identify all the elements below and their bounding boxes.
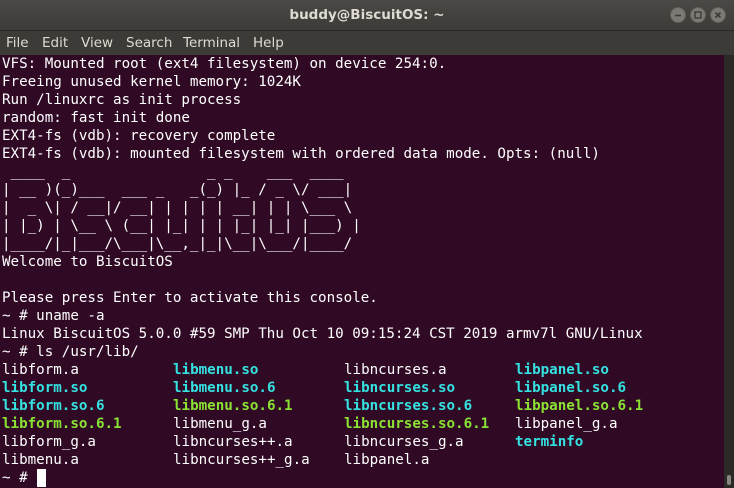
ls-entry: libform_g.a	[2, 434, 96, 450]
ls-entry: libncurses_g.a	[344, 434, 464, 450]
ls-entry: libmenu.a	[2, 452, 79, 468]
ls-entry: libncurses.so.6.1	[344, 416, 490, 432]
ls-entry: libpanel.a	[344, 452, 430, 468]
terminal-line: random: fast init done	[2, 110, 190, 126]
close-icon	[714, 11, 722, 19]
ascii-banner-line: |____/|_|___/\___|\__,_|_|\__|\___/|____…	[2, 236, 361, 252]
terminal-line: Linux BiscuitOS 5.0.0 #59 SMP Thu Oct 10…	[2, 326, 643, 342]
ascii-banner-line: | _ \| / __|/ __| | | | | __| | | \___ \	[2, 200, 361, 216]
ls-entry: libpanel.so.6	[515, 380, 627, 396]
ls-entry: libmenu.so.6	[173, 380, 276, 396]
ls-entry: libncurses++.a	[173, 434, 293, 450]
title-bar[interactable]: buddy@BiscuitOS: ~	[0, 0, 734, 31]
ls-entry: libform.so	[2, 380, 88, 396]
terminal-line: EXT4-fs (vdb): mounted filesystem with o…	[2, 146, 600, 162]
menu-bar: File Edit View Search Terminal Help	[0, 31, 734, 55]
ascii-banner-line: | |_) | \__ \ (__| |_| | | |_| |_| |___)…	[2, 218, 361, 234]
close-button[interactable]	[710, 7, 726, 23]
menu-edit[interactable]: Edit	[42, 31, 68, 55]
terminal-output[interactable]: VFS: Mounted root (ext4 filesystem) on d…	[0, 55, 724, 488]
command-line: ~ # uname -a	[2, 308, 105, 324]
command-line: ~ # ls /usr/lib/	[2, 344, 139, 360]
ls-entry: libform.a	[2, 362, 79, 378]
terminal-line: Welcome to BiscuitOS	[2, 254, 173, 270]
terminal-line: Please press Enter to activate this cons…	[2, 290, 378, 306]
minimize-icon	[675, 14, 681, 17]
maximize-icon	[694, 11, 702, 19]
scrollbar[interactable]	[724, 55, 734, 488]
menu-view[interactable]: View	[81, 31, 113, 55]
terminal-window: buddy@BiscuitOS: ~ File Edit View Search…	[0, 0, 734, 488]
ls-entry: terminfo	[515, 434, 584, 450]
ls-entry: libpanel.so	[515, 362, 609, 378]
terminal-line: EXT4-fs (vdb): recovery complete	[2, 128, 276, 144]
ls-entry: libncurses.so	[344, 380, 456, 396]
terminal-line: Freeing unused kernel memory: 1024K	[2, 74, 301, 90]
prompt: ~ #	[2, 470, 37, 486]
ls-entry: libmenu.so.6.1	[173, 398, 293, 414]
window-title: buddy@BiscuitOS: ~	[289, 7, 445, 23]
minimize-button[interactable]	[670, 7, 686, 23]
maximize-button[interactable]	[690, 7, 706, 23]
ls-entry: libmenu_g.a	[173, 416, 267, 432]
terminal-line: Run /linuxrc as init process	[2, 92, 242, 108]
ls-entry: libncurses++_g.a	[173, 452, 310, 468]
ascii-banner-line: ____ _ _ _ ___ ____	[2, 164, 361, 180]
ls-entry: libpanel.so.6.1	[515, 398, 644, 414]
menu-search[interactable]: Search	[126, 31, 172, 55]
ascii-banner-line: | __ )(_)___ ___ _ _(_) |_ / _ \/ ___|	[2, 182, 361, 198]
menu-file[interactable]: File	[6, 31, 29, 55]
scrollbar-thumb[interactable]	[727, 475, 731, 485]
ls-entry: libpanel_g.a	[515, 416, 618, 432]
text-cursor	[37, 469, 46, 487]
ls-entry: libform.so.6.1	[2, 416, 122, 432]
menu-help[interactable]: Help	[253, 31, 284, 55]
menu-terminal[interactable]: Terminal	[183, 31, 240, 55]
ls-entry: libncurses.a	[344, 362, 447, 378]
terminal-line: VFS: Mounted root (ext4 filesystem) on d…	[2, 56, 447, 72]
ls-entry: libmenu.so	[173, 362, 259, 378]
ls-entry: libform.so.6	[2, 398, 105, 414]
ls-entry: libncurses.so.6	[344, 398, 473, 414]
